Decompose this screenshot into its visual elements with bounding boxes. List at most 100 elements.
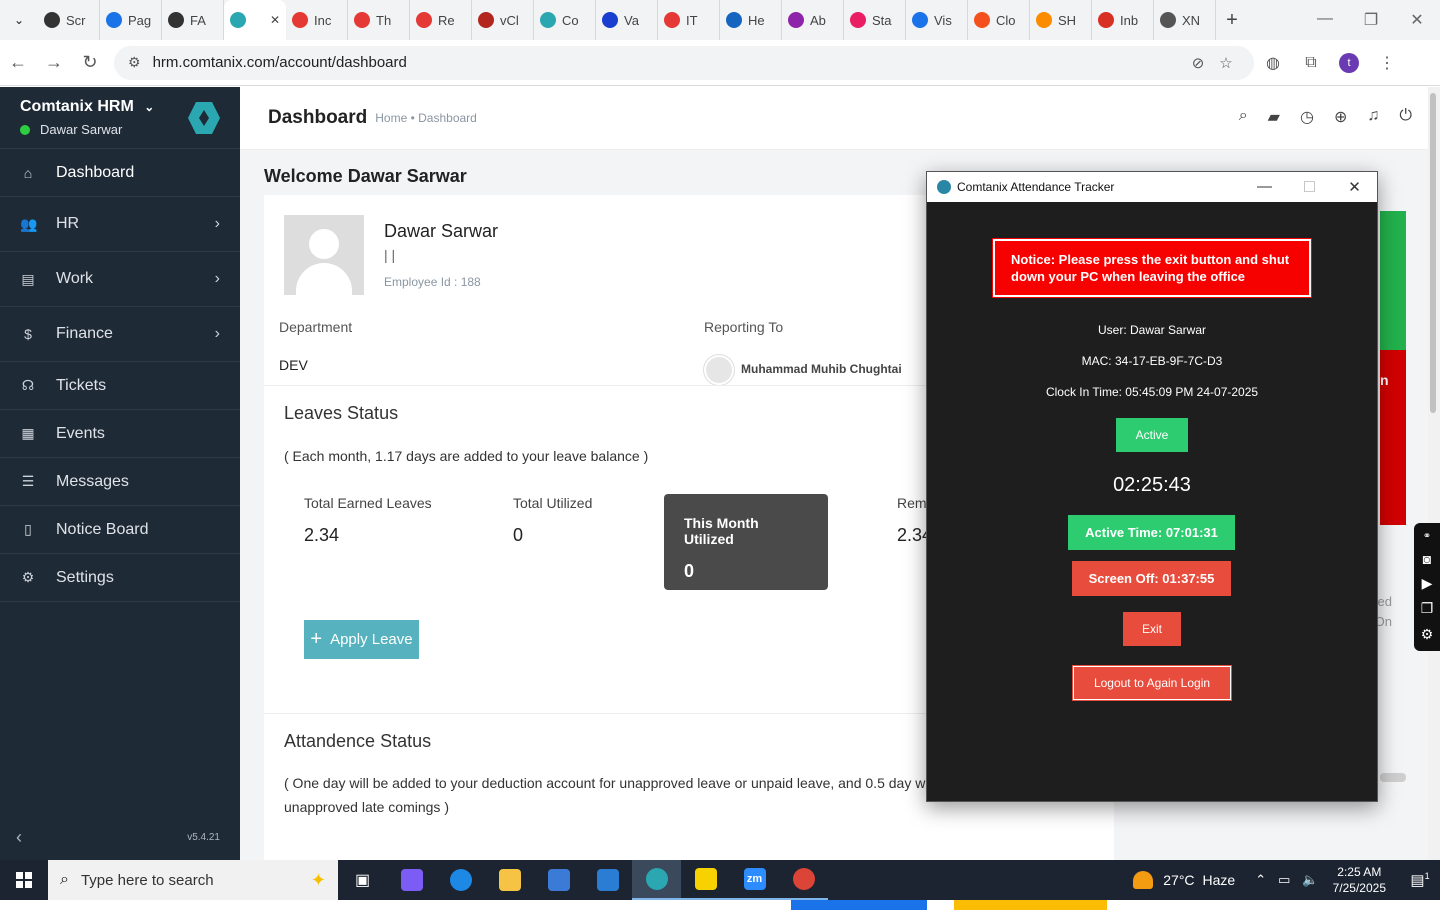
sticky-notes-icon[interactable] — [681, 860, 730, 900]
zoom-icon[interactable]: zm — [730, 860, 779, 900]
browser-tab[interactable]: Inb — [1092, 0, 1154, 40]
browser-tab[interactable]: Ab — [782, 0, 844, 40]
taskbar-clock[interactable]: 2:25 AM 7/25/2025 — [1333, 864, 1386, 896]
leaves-note: ( Each month, 1.17 days are added to you… — [284, 448, 649, 464]
collapse-sidebar-icon[interactable]: ‹ — [16, 827, 22, 848]
browser-tab[interactable]: ✕ — [224, 0, 286, 40]
copilot-icon[interactable] — [387, 860, 436, 900]
search-icon[interactable]: ⌕ — [1239, 107, 1248, 127]
apply-leave-button[interactable]: + Apply Leave — [304, 620, 419, 659]
sidebar-item-label: Work — [56, 270, 94, 287]
chrome-icon[interactable] — [779, 860, 828, 900]
url-text[interactable]: hrm.comtanix.com/account/dashboard — [153, 54, 1184, 71]
sidebar-item-hr[interactable]: 👥 HR › — [0, 197, 240, 252]
browser-tab[interactable]: He — [720, 0, 782, 40]
close-icon[interactable]: ✕ — [1394, 10, 1440, 30]
network-icon[interactable]: ▭ — [1278, 872, 1290, 888]
copy-icon[interactable]: ❐ — [1421, 600, 1434, 617]
tab-search-chevron-icon[interactable]: ⌄ — [0, 0, 38, 40]
browser-tab[interactable]: Pag — [100, 0, 162, 40]
store-icon[interactable] — [534, 860, 583, 900]
browser-tab[interactable]: Vis — [906, 0, 968, 40]
task-view-icon[interactable]: ▣ — [338, 860, 387, 900]
browser-tab[interactable]: Scr — [38, 0, 100, 40]
edge-icon[interactable] — [436, 860, 485, 900]
notifications-icon[interactable]: ▤1 — [1400, 871, 1440, 889]
employee-id: Employee Id : 188 — [384, 275, 481, 289]
sidebar-item-settings[interactable]: ⚙ Settings — [0, 554, 240, 602]
bell-icon[interactable]: ♫ — [1367, 107, 1379, 127]
browser-tab[interactable]: IT — [658, 0, 720, 40]
restore-icon[interactable]: ❐ — [1348, 10, 1394, 30]
minimize-icon[interactable]: — — [1242, 178, 1287, 196]
address-bar[interactable]: ⚙ hrm.comtanix.com/account/dashboard ⊘ ☆ — [114, 45, 1254, 80]
windows-start-icon[interactable] — [0, 872, 48, 888]
profile-avatar[interactable]: t — [1330, 52, 1368, 73]
tab-favicon-icon — [912, 12, 928, 28]
chevron-right-icon: › — [214, 325, 220, 342]
browser-menu-icon[interactable]: ⋮ — [1368, 53, 1406, 73]
minimize-icon[interactable]: — — [1302, 10, 1348, 30]
file-explorer-icon[interactable] — [485, 860, 534, 900]
eye-off-icon[interactable]: ⊘ — [1184, 54, 1212, 72]
browser-tab[interactable]: SH — [1030, 0, 1092, 40]
bookmark-star-icon[interactable]: ☆ — [1212, 54, 1240, 72]
browser-tab[interactable]: Clo — [968, 0, 1030, 40]
sidebar-item-work[interactable]: ▤ Work › — [0, 252, 240, 307]
link-icon[interactable]: ⚭ — [1423, 531, 1431, 542]
sparkle-icon[interactable]: ✦ — [311, 870, 326, 891]
new-tab-button[interactable]: + — [1216, 9, 1248, 32]
sticky-note-icon[interactable]: ▰ — [1268, 107, 1280, 127]
mail-icon[interactable] — [583, 860, 632, 900]
power-icon[interactable]: ⏻ — [1399, 107, 1412, 127]
browser-tab[interactable]: Sta — [844, 0, 906, 40]
close-icon[interactable]: ✕ — [1332, 178, 1377, 196]
weather-widget[interactable]: 27°C Haze — [1133, 871, 1235, 889]
extensions-icon[interactable]: ⧉ — [1292, 54, 1330, 72]
browser-tab[interactable]: Va — [596, 0, 658, 40]
tracker-taskbar-icon[interactable] — [632, 860, 681, 900]
browser-tab[interactable]: Th — [348, 0, 410, 40]
camera-icon[interactable]: ◙ — [1423, 551, 1431, 567]
back-icon[interactable]: ← — [0, 52, 36, 73]
reload-icon[interactable]: ↻ — [72, 52, 108, 73]
browser-tab[interactable]: Co — [534, 0, 596, 40]
sidebar-item-tickets[interactable]: ☊ Tickets — [0, 362, 240, 410]
horizontal-scrollbar[interactable] — [1380, 773, 1406, 782]
browser-tab[interactable]: XN — [1154, 0, 1216, 40]
sidebar-item-notice-board[interactable]: ▯ Notice Board — [0, 506, 240, 554]
breadcrumb[interactable]: Home • Dashboard — [375, 111, 477, 125]
chevron-down-icon[interactable]: ⌄ — [144, 100, 154, 114]
tray-chevron-icon[interactable]: ⌃ — [1255, 872, 1266, 888]
logout-button[interactable]: Logout to Again Login — [1072, 665, 1232, 701]
tab-label: Inc — [314, 12, 332, 28]
welcome-heading: Welcome Dawar Sarwar — [264, 166, 467, 186]
clock-icon[interactable]: ◷ — [1300, 107, 1314, 127]
close-tab-icon[interactable]: ✕ — [270, 13, 280, 27]
reporting-to-value[interactable]: Muhammad Muhib Chughtai — [741, 362, 902, 376]
page-scrollbar[interactable] — [1428, 87, 1440, 860]
settings-icon[interactable]: ⚙ — [1421, 626, 1434, 643]
app-name[interactable]: Comtanix HRM ⌄ — [20, 98, 220, 116]
browser-tab[interactable]: Re — [410, 0, 472, 40]
add-circle-icon[interactable]: ⊕ — [1334, 107, 1347, 127]
volume-icon[interactable]: 🔈 — [1302, 872, 1318, 888]
taskbar-search[interactable]: ⌕ Type here to search ✦ — [48, 860, 338, 900]
tab-label: XN — [1182, 12, 1201, 28]
sidebar-item-dashboard[interactable]: ⌂ Dashboard — [0, 149, 240, 197]
browser-tab[interactable]: FA — [162, 0, 224, 40]
forward-icon[interactable]: → — [36, 52, 72, 73]
browser-tab[interactable]: vCl — [472, 0, 534, 40]
video-icon[interactable]: ▶ — [1422, 575, 1433, 592]
sidebar-item-finance[interactable]: $ Finance › — [0, 307, 240, 362]
tracker-titlebar[interactable]: Comtanix Attendance Tracker — ☐ ✕ — [927, 172, 1377, 202]
browser-tab[interactable]: Inc — [286, 0, 348, 40]
sidebar-item-events[interactable]: ▦ Events — [0, 410, 240, 458]
globe-extension-icon[interactable]: ◍ — [1254, 53, 1292, 73]
sidebar-item-messages[interactable]: ☰ Messages — [0, 458, 240, 506]
window-controls: — ❐ ✕ — [1302, 10, 1440, 30]
exit-button[interactable]: Exit — [1123, 612, 1181, 646]
this-month-utilized: This Month Utilized 0 — [664, 494, 828, 590]
sidebar-item-label: Notice Board — [56, 520, 149, 538]
site-info-icon[interactable]: ⚙ — [128, 54, 141, 71]
